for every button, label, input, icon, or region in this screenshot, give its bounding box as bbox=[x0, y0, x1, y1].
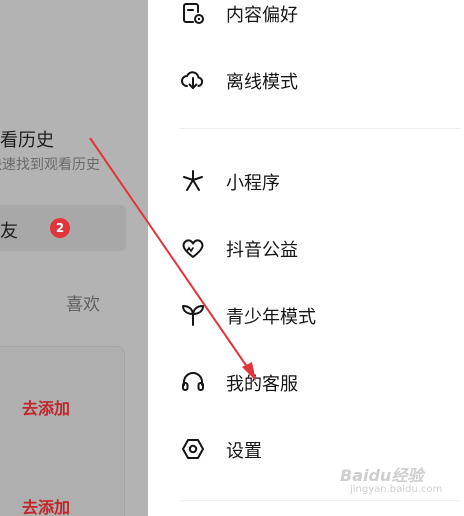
menu-label-customer-service: 我的客服 bbox=[226, 374, 298, 395]
history-title: 观看历史 bbox=[0, 130, 54, 151]
history-subtitle: 快速找到观看历史 bbox=[0, 157, 100, 173]
sprout-icon bbox=[182, 305, 204, 326]
headset-icon bbox=[182, 372, 204, 391]
menu-divider bbox=[180, 128, 460, 129]
watermark-brand: Baidu经验 bbox=[340, 466, 424, 485]
background-profile-page: 观看历史 快速找到观看历史 朋友 2 喜欢 去添加 去添加 bbox=[0, 0, 148, 516]
cloud-download-icon bbox=[181, 71, 204, 89]
menu-item-charity[interactable]: 抖音公益 bbox=[180, 227, 440, 267]
friends-entry[interactable]: 朋友 2 bbox=[0, 205, 126, 251]
menu-item-mini-program[interactable]: 小程序 bbox=[180, 160, 440, 200]
add-button-1[interactable]: 去添加 bbox=[22, 395, 70, 419]
add-card bbox=[0, 346, 125, 516]
charity-heart-icon bbox=[182, 239, 204, 258]
menu-item-content-preference[interactable]: 内容偏好 bbox=[180, 0, 440, 32]
content-preference-icon bbox=[183, 3, 204, 24]
friends-badge: 2 bbox=[50, 218, 70, 238]
tab-like[interactable]: 喜欢 bbox=[66, 290, 100, 315]
side-drawer-menu: 内容偏好 离线模式 小程序 抖音公益 青少年模式 我的客服 设置 bbox=[148, 0, 464, 516]
menu-item-customer-service[interactable]: 我的客服 bbox=[180, 361, 440, 401]
menu-label-mini-program: 小程序 bbox=[226, 173, 280, 194]
menu-label-settings: 设置 bbox=[226, 441, 262, 462]
menu-label-teen-mode: 青少年模式 bbox=[226, 307, 316, 328]
watermark-url: jingyan.baidu.com bbox=[350, 484, 443, 495]
settings-hexagon-icon bbox=[182, 439, 204, 459]
menu-label-offline-mode: 离线模式 bbox=[226, 72, 298, 93]
add-button-2[interactable]: 去添加 bbox=[22, 494, 70, 516]
menu-label-charity: 抖音公益 bbox=[226, 240, 298, 261]
menu-item-teen-mode[interactable]: 青少年模式 bbox=[180, 294, 440, 334]
mini-program-icon bbox=[183, 170, 203, 191]
menu-label-content-preference: 内容偏好 bbox=[226, 5, 298, 26]
friends-label: 朋友 bbox=[0, 221, 18, 242]
baidu-watermark: Baidu经验 jingyan.baidu.com bbox=[340, 462, 458, 508]
menu-item-offline-mode[interactable]: 离线模式 bbox=[180, 59, 440, 99]
